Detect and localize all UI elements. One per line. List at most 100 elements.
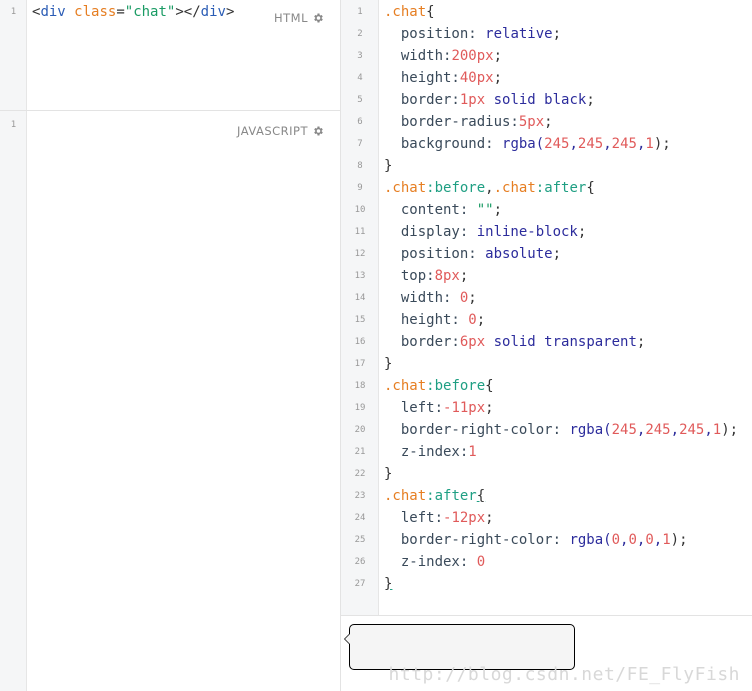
code-token: 5px bbox=[518, 114, 545, 130]
css-code-line[interactable]: border:1px solid black; bbox=[384, 89, 595, 111]
code-token: , bbox=[569, 136, 578, 152]
code-token: ; bbox=[552, 246, 562, 262]
css-code-line[interactable]: display: inline-block; bbox=[384, 221, 586, 243]
css-code-line[interactable]: left:-12px; bbox=[384, 507, 494, 529]
code-token: 0 bbox=[611, 532, 621, 548]
code-token: } bbox=[384, 356, 393, 372]
code-token: 0 bbox=[628, 532, 637, 548]
line-number: 23 bbox=[354, 491, 366, 501]
code-token: , bbox=[485, 180, 494, 196]
line-number: 6 bbox=[357, 117, 363, 127]
line-number: 21 bbox=[354, 447, 366, 457]
code-token: black bbox=[544, 92, 587, 108]
css-gutter: 1 2 3 4 5 6 7 8 9 10 11 12 13 14 15 16 17 18 19 20 21 22 23 24 2… bbox=[341, 0, 379, 615]
css-code-line[interactable]: height:40px; bbox=[384, 67, 502, 89]
line-number: 25 bbox=[354, 535, 366, 545]
css-code-line[interactable]: height: 0; bbox=[384, 309, 485, 331]
code-token: 245 bbox=[611, 136, 637, 152]
line-number: 19 bbox=[354, 403, 366, 413]
code-token: position: bbox=[384, 26, 486, 42]
css-code-line[interactable]: border-right-color: rgba(245,245,245,1); bbox=[384, 419, 738, 441]
line-number: 4 bbox=[357, 73, 363, 83]
code-token: border-right-color: bbox=[384, 422, 570, 438]
code-token: </ bbox=[183, 4, 201, 20]
code-token: width: bbox=[384, 48, 452, 64]
code-token: div bbox=[200, 4, 226, 20]
line-number: 17 bbox=[354, 359, 366, 369]
css-code-line[interactable]: width: 0; bbox=[384, 287, 477, 309]
code-token: 0 bbox=[468, 312, 477, 328]
line-number: 14 bbox=[354, 293, 366, 303]
code-token: { bbox=[476, 488, 486, 504]
css-code-line[interactable]: border:6px solid transparent; bbox=[384, 331, 645, 353]
html-gutter: 1 bbox=[0, 0, 27, 110]
code-token: ; bbox=[544, 114, 553, 130]
code-token: ; bbox=[468, 290, 477, 306]
js-pane-settings[interactable]: JAVASCRIPT bbox=[237, 124, 324, 138]
code-token: { bbox=[586, 180, 595, 196]
css-code-line[interactable]: position: relative; bbox=[384, 23, 561, 45]
css-code-line[interactable]: position: absolute; bbox=[384, 243, 561, 265]
code-token: 1 bbox=[645, 136, 654, 152]
line-number: 18 bbox=[354, 381, 366, 391]
css-code-line[interactable]: } bbox=[384, 155, 392, 177]
css-code-line[interactable]: .chat:before,.chat:after{ bbox=[384, 177, 595, 199]
code-token: "chat" bbox=[124, 4, 176, 20]
css-code-line[interactable]: } bbox=[384, 463, 392, 485]
code-token: ; bbox=[493, 48, 503, 64]
code-token: > bbox=[225, 4, 235, 20]
code-token: top: bbox=[384, 268, 435, 284]
html-editor-pane[interactable]: 1 <div class="chat"></div> HTML bbox=[0, 0, 341, 111]
css-code-line[interactable]: top:8px; bbox=[384, 265, 468, 287]
css-code-line[interactable]: .chat{ bbox=[384, 1, 435, 23]
css-code-line[interactable]: .chat:after{ bbox=[384, 485, 485, 507]
code-token: width: bbox=[384, 290, 460, 306]
code-token: ; bbox=[552, 26, 562, 42]
code-token: rgba( bbox=[569, 422, 612, 438]
line-number: 12 bbox=[354, 249, 366, 259]
code-token: inline-block bbox=[476, 224, 578, 240]
gear-icon[interactable] bbox=[312, 125, 324, 137]
css-code-line[interactable]: z-index:1 bbox=[384, 441, 477, 463]
code-token: 8px bbox=[434, 268, 460, 284]
code-token: 0 bbox=[476, 554, 486, 570]
line-number: 1 bbox=[357, 7, 363, 17]
code-token: ); bbox=[670, 532, 688, 548]
css-code-line[interactable]: .chat:before{ bbox=[384, 375, 494, 397]
line-number: 11 bbox=[354, 227, 366, 237]
code-token: 0 bbox=[645, 532, 654, 548]
code-token: "" bbox=[476, 202, 494, 218]
code-token: border-right-color: bbox=[384, 532, 570, 548]
watermark: http://blog.csdn.net/FE_FlyFish bbox=[388, 664, 740, 685]
gear-icon[interactable] bbox=[312, 12, 324, 24]
code-token: .chat bbox=[493, 180, 536, 196]
line-number: 16 bbox=[354, 337, 366, 347]
code-token: ); bbox=[653, 136, 671, 152]
code-token: -11px bbox=[443, 400, 486, 416]
html-code-line[interactable]: <div class="chat"></div> bbox=[32, 3, 234, 21]
html-pane-settings[interactable]: HTML bbox=[274, 11, 324, 25]
code-token: border-radius: bbox=[384, 114, 519, 130]
code-token: } bbox=[384, 576, 393, 592]
css-code-line[interactable]: } bbox=[384, 353, 392, 375]
code-token: border: bbox=[384, 92, 460, 108]
line-number: 9 bbox=[357, 183, 363, 193]
css-code-line[interactable]: z-index: 0 bbox=[384, 551, 485, 573]
javascript-editor-pane[interactable]: 1 JAVASCRIPT bbox=[0, 111, 341, 691]
css-code-line[interactable]: content: ""; bbox=[384, 199, 502, 221]
code-token: .chat bbox=[384, 378, 427, 394]
line-number: 3 bbox=[357, 51, 363, 61]
code-token: 1 bbox=[712, 422, 722, 438]
css-code-line[interactable]: width:200px; bbox=[384, 45, 502, 67]
code-token: > bbox=[175, 4, 184, 20]
line-number: 7 bbox=[357, 139, 363, 149]
code-token: height: bbox=[384, 70, 460, 86]
js-gutter: 1 bbox=[0, 111, 27, 691]
css-code-line[interactable]: } bbox=[384, 573, 392, 595]
css-code-line[interactable]: border-radius:5px; bbox=[384, 111, 553, 133]
code-token: relative bbox=[485, 26, 553, 42]
css-code-line[interactable]: border-right-color: rgba(0,0,0,1); bbox=[384, 529, 688, 551]
css-code-line[interactable]: background: rgba(245,245,245,1); bbox=[384, 133, 671, 155]
css-code-line[interactable]: left:-11px; bbox=[384, 397, 494, 419]
code-token: div bbox=[40, 4, 66, 20]
